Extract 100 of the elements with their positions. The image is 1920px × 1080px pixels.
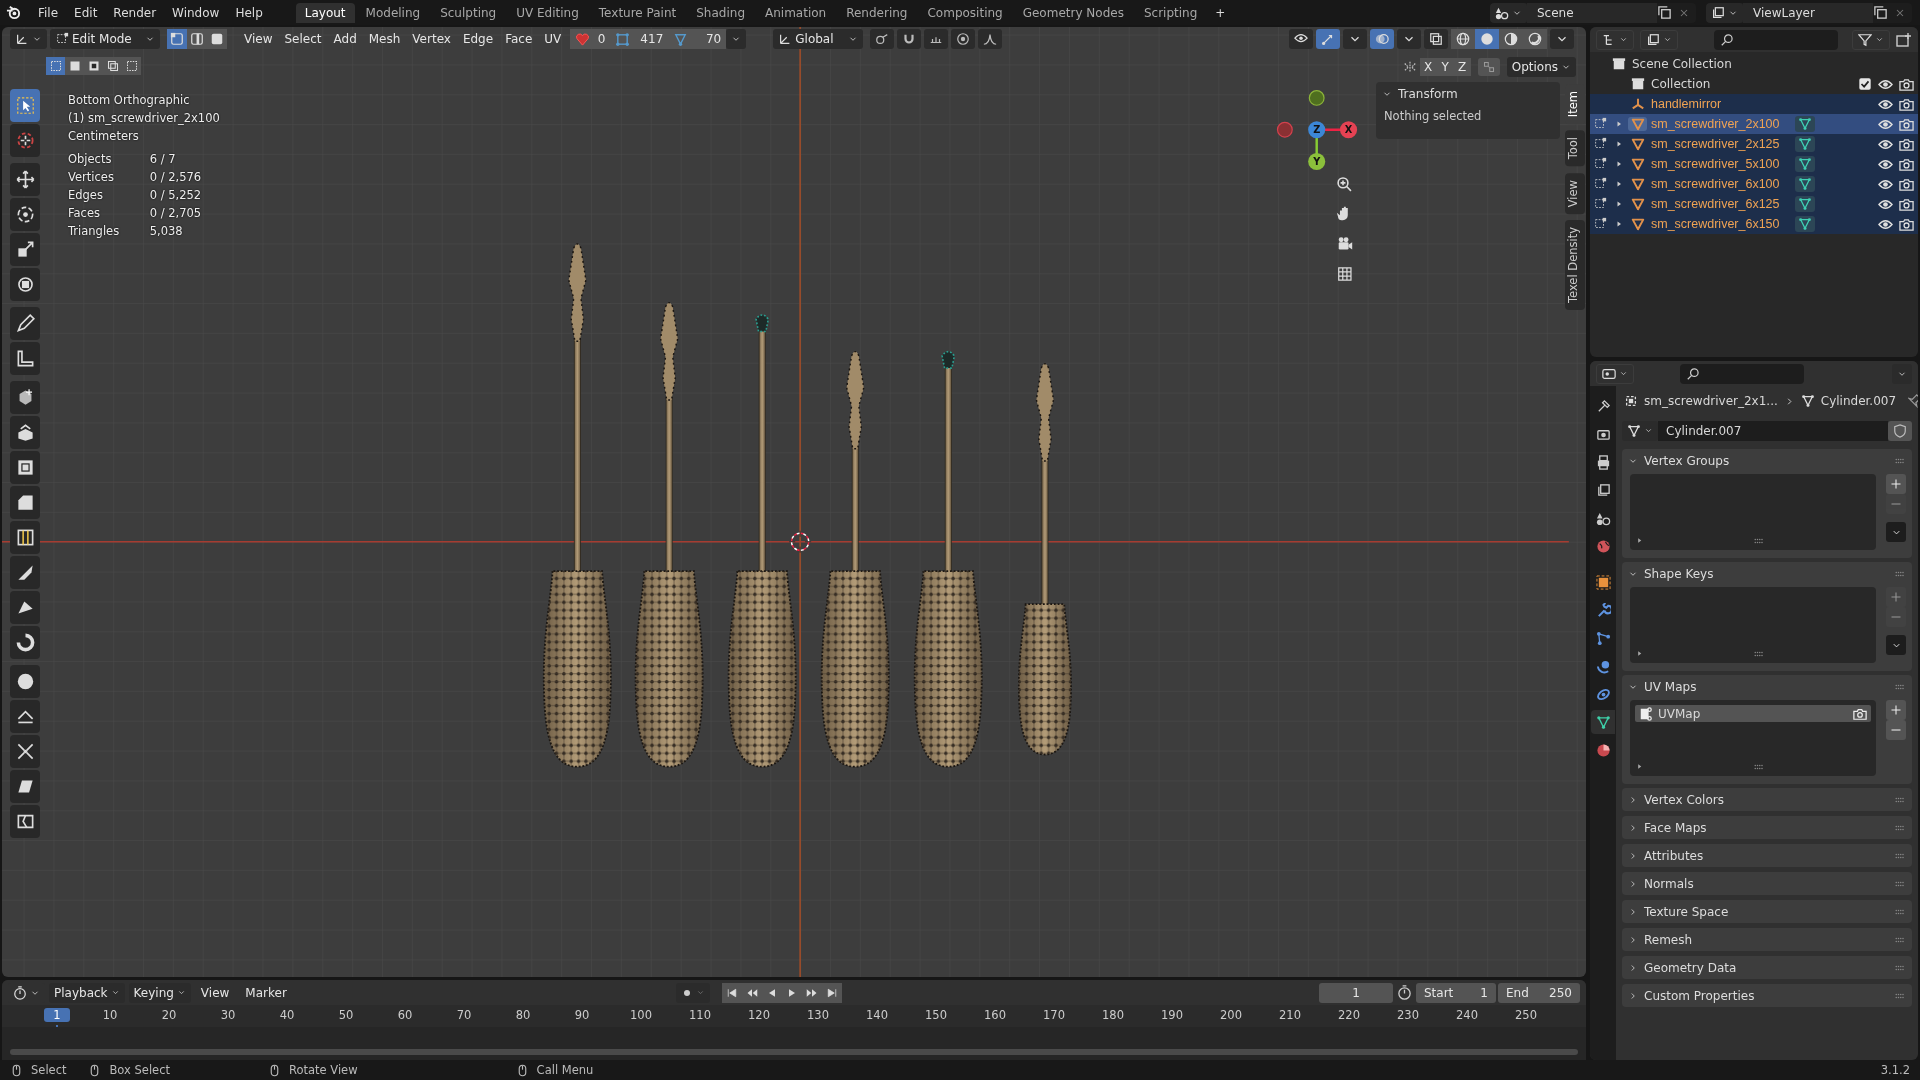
- menu-item[interactable]: File: [31, 3, 66, 22]
- header-menu-item[interactable]: Vertex: [406, 32, 457, 46]
- frame-number: 150: [924, 1008, 948, 1022]
- menu-item[interactable]: View: [194, 985, 236, 1000]
- stat-label: Vertices: [68, 169, 115, 186]
- status-hint: Select: [31, 1063, 67, 1077]
- sidebar-tab[interactable]: View: [1565, 172, 1585, 214]
- end-frame-field[interactable]: End 250: [1498, 982, 1580, 1003]
- frame-number: 100: [629, 1008, 653, 1022]
- status-hint: Call Menu: [536, 1063, 594, 1077]
- sidebar-tab[interactable]: Item: [1565, 84, 1585, 125]
- scene-collection-label[interactable]: Scene Collection: [1632, 57, 1732, 71]
- frame-number: 110: [688, 1008, 712, 1022]
- workspace-tab[interactable]: Modeling: [356, 2, 430, 23]
- header-menu-item[interactable]: Add: [327, 32, 363, 46]
- stat-label: Objects: [68, 151, 113, 168]
- y-axis-handle[interactable]: Y: [1308, 152, 1326, 171]
- collection-label[interactable]: Collection: [1651, 77, 1711, 91]
- empty-message: Nothing selected: [1383, 108, 1483, 125]
- stat-label: Triangles: [68, 223, 121, 240]
- menu-item[interactable]: Marker: [239, 985, 293, 1000]
- panel-header[interactable]: Attributes: [1622, 844, 1912, 867]
- panel-header[interactable]: UV Maps: [1622, 675, 1912, 698]
- header-menu-item[interactable]: Edge: [456, 32, 500, 46]
- frame-number: 50: [337, 1008, 355, 1022]
- frame-number: 20: [160, 1008, 178, 1022]
- header-menu-item[interactable]: UV: [538, 32, 568, 46]
- workspace-tab[interactable]: UV Editing: [507, 2, 588, 23]
- frame-number: 250: [1514, 1008, 1538, 1022]
- object-name-label: (1) sm_screwdriver_2x100: [68, 110, 220, 127]
- object-breadcrumb[interactable]: sm_screwdriver_2x1...: [1644, 394, 1778, 408]
- panel-header[interactable]: Normals: [1622, 872, 1912, 895]
- menu-dropdown[interactable]: Keying: [128, 982, 191, 1003]
- frame-number: 40: [278, 1008, 296, 1022]
- sidebar-tab[interactable]: Texel Density: [1565, 219, 1585, 310]
- current-frame-marker[interactable]: 1: [43, 1008, 70, 1022]
- panel-header[interactable]: Remesh: [1622, 928, 1912, 951]
- workspace-tab[interactable]: Shading: [687, 2, 754, 23]
- menu-dropdown[interactable]: Playback: [49, 982, 125, 1003]
- stat-label: Faces: [68, 205, 101, 222]
- stat-value: 0 / 5,252: [149, 187, 203, 204]
- frame-number: 200: [1219, 1008, 1243, 1022]
- frame-number: 190: [1160, 1008, 1184, 1022]
- menu-item[interactable]: Render: [106, 3, 164, 22]
- panel-header[interactable]: Geometry Data: [1622, 956, 1912, 979]
- frame-number: 160: [983, 1008, 1007, 1022]
- orientation-dropdown[interactable]: Global: [773, 29, 864, 49]
- frame-number: 70: [455, 1008, 473, 1022]
- frame-number: 230: [1396, 1008, 1420, 1022]
- workspace-tab[interactable]: Geometry Nodes: [1013, 2, 1133, 23]
- stat-value: 0 / 2,705: [149, 205, 203, 222]
- current-frame-field[interactable]: 1: [1319, 982, 1393, 1003]
- list-box[interactable]: UVMap: [1630, 700, 1876, 776]
- x-axis-handle[interactable]: X: [1339, 121, 1358, 139]
- workspace-tab[interactable]: Compositing: [918, 2, 1012, 23]
- count-field[interactable]: 70: [668, 29, 727, 49]
- sidebar-tab[interactable]: Tool: [1565, 130, 1585, 167]
- frame-number: 130: [806, 1008, 830, 1022]
- view-name-label: Bottom Orthographic: [68, 92, 191, 109]
- count-field[interactable]: 0: [570, 29, 611, 49]
- header-menu-item[interactable]: Face: [499, 32, 539, 46]
- z-axis-handle[interactable]: Z: [1308, 121, 1326, 139]
- view-layer-field[interactable]: ViewLayer: [1743, 2, 1873, 23]
- workspace-tab[interactable]: Animation: [756, 2, 836, 23]
- list-item[interactable]: UVMap: [1635, 705, 1871, 722]
- frame-number: 80: [514, 1008, 532, 1022]
- menu-item[interactable]: Help: [228, 3, 270, 22]
- workspace-tab[interactable]: Layout: [295, 2, 355, 23]
- panel-header[interactable]: Face Maps: [1622, 816, 1912, 839]
- stat-value: 5,038: [149, 223, 184, 240]
- scene-name-field[interactable]: Scene: [1527, 2, 1657, 23]
- count-field[interactable]: 417: [610, 29, 669, 49]
- panel-header[interactable]: Texture Space: [1622, 900, 1912, 923]
- mesh-breadcrumb[interactable]: Cylinder.007: [1820, 394, 1897, 408]
- add-workspace-button[interactable]: +: [1208, 3, 1233, 22]
- data-name-field[interactable]: Cylinder.007: [1658, 420, 1888, 441]
- header-menu-item[interactable]: View: [238, 32, 279, 46]
- menu-item[interactable]: Window: [165, 3, 227, 22]
- status-hint: Rotate View: [289, 1063, 358, 1077]
- stat-value: 0 / 2,576: [149, 169, 203, 186]
- frame-number: 240: [1455, 1008, 1479, 1022]
- workspace-tab[interactable]: Scripting: [1134, 2, 1207, 23]
- panel-header[interactable]: Vertex Colors: [1622, 788, 1912, 811]
- workspace-tab[interactable]: Rendering: [837, 2, 917, 23]
- mode-dropdown[interactable]: Edit Mode: [50, 29, 160, 49]
- options-dropdown[interactable]: Options: [1506, 57, 1576, 77]
- panel-header[interactable]: Custom Properties: [1622, 984, 1912, 1007]
- version-label: 3.1.2: [1880, 1063, 1910, 1077]
- frame-number: 210: [1278, 1008, 1302, 1022]
- header-menu-item[interactable]: Mesh: [362, 32, 407, 46]
- menu-item[interactable]: Edit: [67, 3, 105, 22]
- frame-number: 30: [219, 1008, 237, 1022]
- workspace-tab[interactable]: Sculpting: [431, 2, 506, 23]
- stat-value: 6 / 7: [149, 151, 177, 168]
- start-frame-field[interactable]: Start 1: [1416, 982, 1496, 1003]
- frame-number: 180: [1101, 1008, 1125, 1022]
- workspace-tab[interactable]: Texture Paint: [589, 2, 686, 23]
- frame-number: 60: [396, 1008, 414, 1022]
- panel-header[interactable]: Transform: [1376, 82, 1560, 105]
- header-menu-item[interactable]: Select: [278, 32, 328, 46]
